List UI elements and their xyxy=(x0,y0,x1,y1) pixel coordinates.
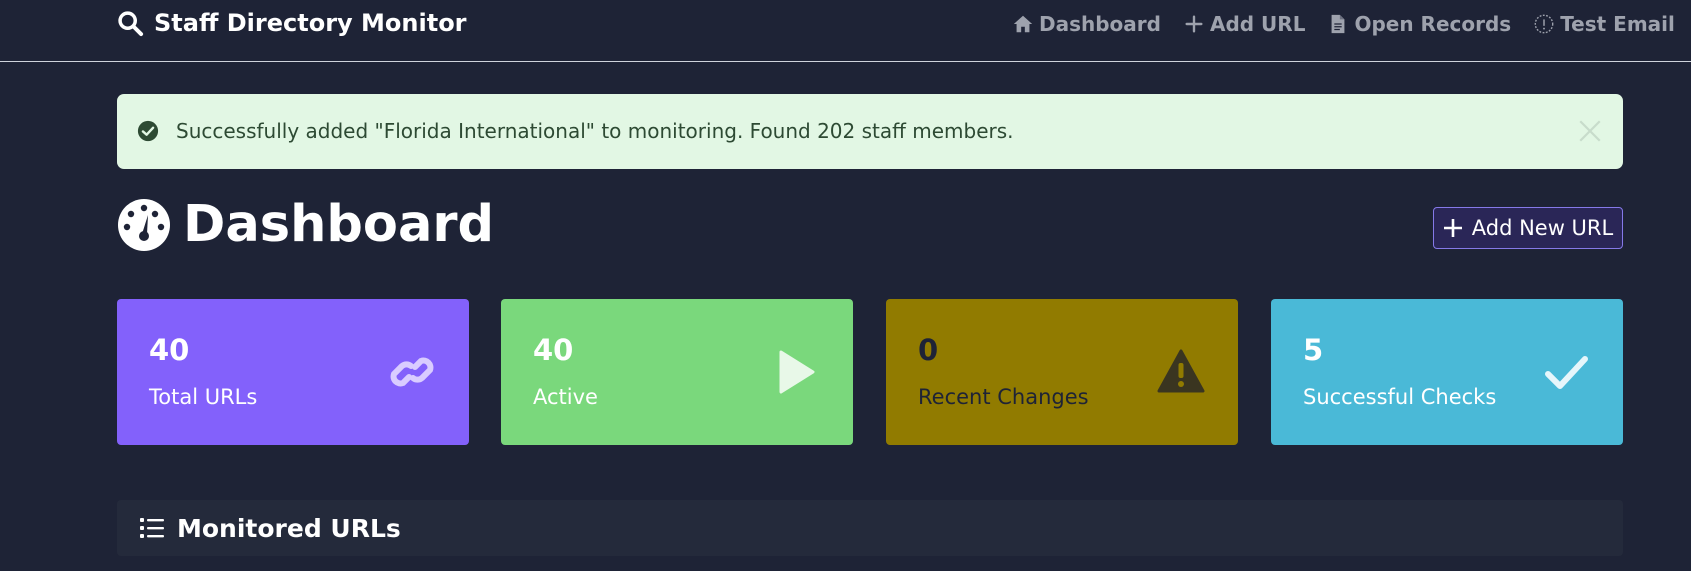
brand[interactable]: Staff Directory Monitor xyxy=(116,8,467,38)
nav-links: Dashboard Add URL Open Records Test Emai… xyxy=(1012,10,1675,38)
close-icon[interactable] xyxy=(1577,118,1603,144)
link-icon xyxy=(390,357,434,387)
speedometer-icon xyxy=(118,199,170,251)
stat-value: 40 xyxy=(533,333,574,367)
brand-title: Staff Directory Monitor xyxy=(154,9,467,37)
stat-card-active: 40 Active xyxy=(501,299,853,445)
nav-open-records-link[interactable]: Open Records xyxy=(1327,12,1511,36)
checkmark-icon xyxy=(1545,356,1588,389)
nav-dashboard-label: Dashboard xyxy=(1039,12,1161,36)
nav-test-email-label: Test Email xyxy=(1560,12,1675,36)
stat-label: Successful Checks xyxy=(1303,385,1497,409)
list-icon xyxy=(140,518,164,538)
stat-value: 0 xyxy=(918,333,939,367)
navbar: Staff Directory Monitor Dashboard Add UR… xyxy=(0,0,1691,62)
info-circle-icon xyxy=(1534,14,1554,34)
stat-value: 40 xyxy=(149,333,190,367)
stat-value: 5 xyxy=(1303,333,1324,367)
play-icon xyxy=(779,350,815,394)
nav-dashboard-link[interactable]: Dashboard xyxy=(1012,12,1161,36)
alert-message: Successfully added "Florida Internationa… xyxy=(176,119,1014,143)
section-title: Monitored URLs xyxy=(177,513,401,543)
nav-open-records-label: Open Records xyxy=(1354,12,1512,36)
check-circle-icon xyxy=(137,120,159,142)
page-title: Dashboard xyxy=(117,194,494,256)
warning-icon xyxy=(1157,349,1205,393)
plus-icon xyxy=(1185,15,1203,33)
success-alert: Successfully added "Florida Internationa… xyxy=(117,94,1623,169)
monitored-urls-section: Monitored URLs xyxy=(117,500,1623,556)
page-title-text: Dashboard xyxy=(183,195,495,254)
document-icon xyxy=(1332,14,1345,34)
add-new-url-button[interactable]: Add New URL xyxy=(1433,207,1623,249)
nav-add-url-label: Add URL xyxy=(1209,12,1306,36)
stat-label: Active xyxy=(533,385,598,409)
nav-test-email-link[interactable]: Test Email xyxy=(1533,12,1675,36)
plus-icon xyxy=(1443,219,1462,237)
nav-add-url-link[interactable]: Add URL xyxy=(1183,12,1305,36)
search-icon xyxy=(118,11,144,37)
stat-card-total-urls: 40 Total URLs xyxy=(117,299,469,445)
add-new-url-label: Add New URL xyxy=(1471,216,1614,240)
stat-label: Total URLs xyxy=(149,385,258,409)
stat-card-recent-changes: 0 Recent Changes xyxy=(886,299,1238,445)
home-icon xyxy=(1013,15,1033,33)
stat-label: Recent Changes xyxy=(918,385,1089,409)
stat-card-successful-checks: 5 Successful Checks xyxy=(1271,299,1623,445)
